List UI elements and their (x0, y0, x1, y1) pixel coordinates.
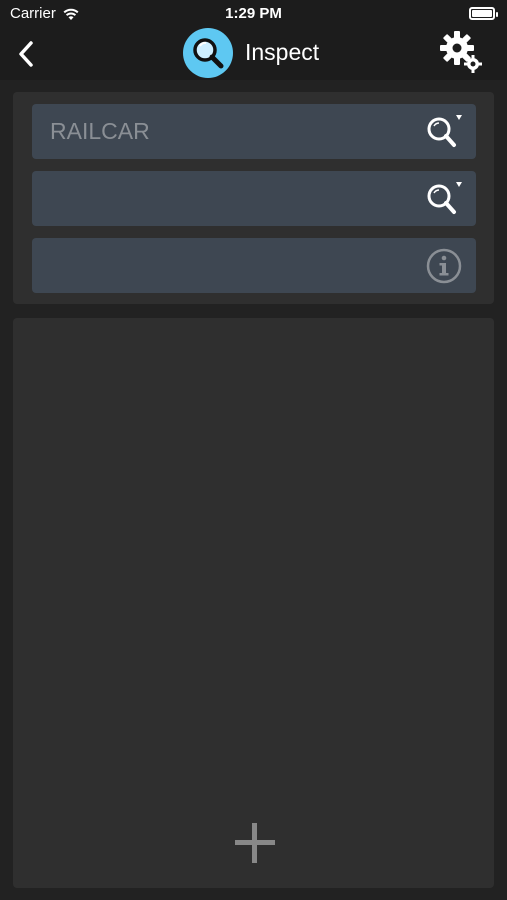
back-button[interactable] (8, 36, 44, 72)
second-search-button[interactable] (424, 180, 464, 218)
chevron-left-icon (19, 41, 33, 67)
status-time: 1:29 PM (225, 5, 282, 22)
add-button[interactable] (233, 821, 277, 865)
content-panel (13, 318, 494, 888)
third-field (32, 238, 476, 293)
search-dropdown-icon (427, 182, 462, 214)
railcar-search-button[interactable] (424, 113, 464, 151)
battery-icon (469, 7, 498, 20)
railcar-field (32, 104, 476, 159)
second-field (32, 171, 476, 226)
magnifier-icon (193, 38, 224, 69)
plus-icon-vertical (252, 823, 257, 863)
second-input[interactable] (50, 171, 410, 226)
inspect-screen: Carrier 1:29 PM Inspect (0, 0, 507, 900)
railcar-input[interactable] (50, 104, 410, 159)
nav-bar: Inspect (0, 28, 507, 80)
page-title: Inspect (245, 39, 320, 65)
info-icon (426, 248, 462, 284)
settings-button[interactable] (437, 28, 487, 78)
status-bar: Carrier 1:29 PM (0, 0, 507, 28)
info-button[interactable] (424, 247, 464, 285)
search-dropdown-icon (427, 115, 462, 147)
app-logo (183, 28, 233, 78)
battery-fill (472, 10, 492, 17)
gear-icon (440, 31, 482, 73)
third-input[interactable] (50, 238, 410, 293)
search-card (13, 92, 494, 304)
